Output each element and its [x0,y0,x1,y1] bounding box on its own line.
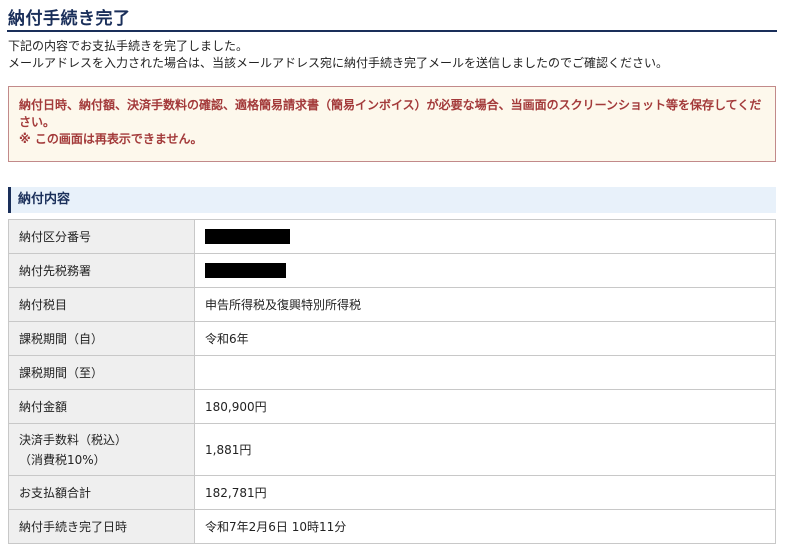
row-label: 納付税目 [8,287,195,322]
row-label-line-2: （消費税10%） [19,452,106,467]
table-row: 納付区分番号 [8,219,776,254]
row-label: 課税期間（至） [8,355,195,390]
row-value [194,219,776,254]
row-value: 182,781円 [194,475,776,510]
row-value: 令和6年 [194,321,776,356]
table-row: 納付手続き完了日時 令和7年2月6日 10時11分 [8,509,776,544]
notice-box: 納付日時、納付額、決済手数料の確認、適格簡易請求書（簡易インボイス）が必要な場合… [8,86,776,162]
section-heading: 納付内容 [8,187,776,213]
row-value: 申告所得税及復興特別所得税 [194,287,776,322]
table-row: お支払額合計 182,781円 [8,475,776,510]
table-row: 納付先税務署 [8,253,776,288]
row-value: 令和7年2月6日 10時11分 [194,509,776,544]
payment-details-table: 納付区分番号 納付先税務署 納付税目 申告所得税及復興特別所得税 課税期間（自）… [8,219,776,544]
row-value: 180,900円 [194,389,776,424]
table-row: 納付税目 申告所得税及復興特別所得税 [8,287,776,322]
table-row: 課税期間（至） [8,355,776,390]
table-row: 納付金額 180,900円 [8,389,776,424]
intro-line-2: メールアドレスを入力された場合は、当該メールアドレス宛に納付手続き完了メールを送… [8,56,669,70]
redacted-block [205,229,290,244]
row-value: 1,881円 [194,423,776,476]
intro-line-1: 下記の内容でお支払手続きを完了しました。 [8,39,249,53]
row-label: 納付先税務署 [8,253,195,288]
row-value [194,253,776,288]
notice-warning: ※ この画面は再表示できません。 [19,132,203,146]
intro-message: 下記の内容でお支払手続きを完了しました。 メールアドレスを入力された場合は、当該… [8,38,778,72]
row-label: 納付手続き完了日時 [8,509,195,544]
row-label: 課税期間（自） [8,321,195,356]
table-row: 決済手数料（税込） （消費税10%） 1,881円 [8,423,776,476]
row-label: 納付金額 [8,389,195,424]
table-row: 課税期間（自） 令和6年 [8,321,776,356]
payment-complete-page: 納付手続き完了 下記の内容でお支払手続きを完了しました。 メールアドレスを入力さ… [0,0,789,551]
row-label: 決済手数料（税込） （消費税10%） [8,423,195,476]
page-title: 納付手続き完了 [8,9,131,29]
row-label: 納付区分番号 [8,219,195,254]
row-label: お支払額合計 [8,475,195,510]
row-value [194,355,776,390]
redacted-block [205,263,286,278]
notice-text: 納付日時、納付額、決済手数料の確認、適格簡易請求書（簡易インボイス）が必要な場合… [19,98,762,129]
row-label-line-1: 決済手数料（税込） [19,432,128,447]
title-divider [7,30,777,32]
